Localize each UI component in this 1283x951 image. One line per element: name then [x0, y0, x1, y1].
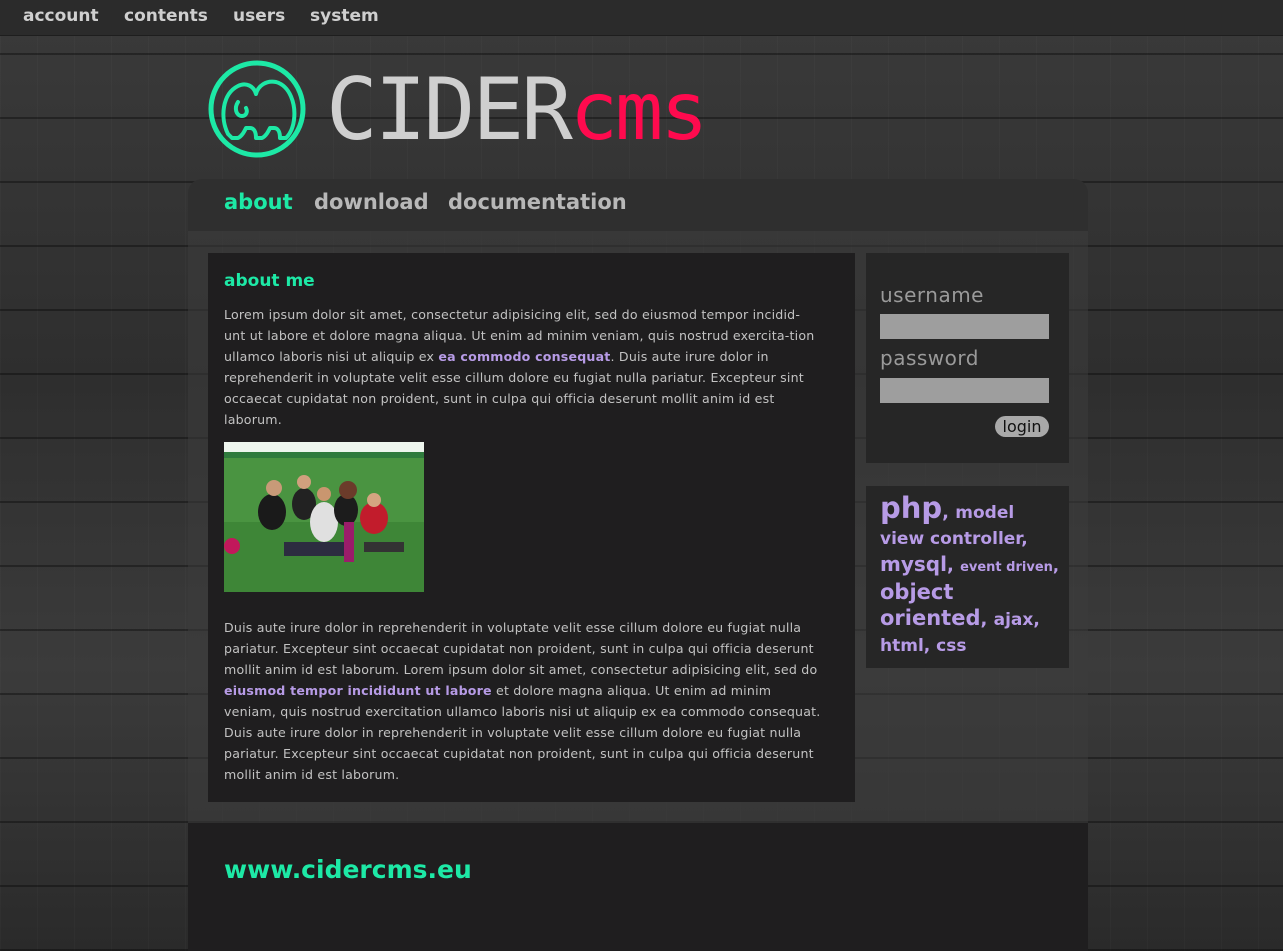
- topbar-item-account[interactable]: account: [23, 6, 99, 26]
- photo-illustration: [224, 442, 424, 592]
- tag-object-oriented[interactable]: object oriented: [880, 580, 981, 630]
- topbar-item-users[interactable]: users: [233, 6, 285, 26]
- content-area: about me Lorem ipsum dolor sit amet, con…: [208, 253, 855, 802]
- tag-ajax[interactable]: ajax: [994, 610, 1034, 630]
- login-button[interactable]: login: [995, 416, 1049, 437]
- footer: www.cidercms.eu: [188, 823, 1088, 951]
- topbar-item-contents[interactable]: contents: [124, 6, 208, 26]
- username-label: username: [880, 283, 984, 307]
- site-logo[interactable]: CIDERcms: [208, 58, 708, 162]
- intro-link[interactable]: ea commodo consequat: [438, 349, 610, 364]
- body-paragraph: Duis aute irure dolor in reprehenderit i…: [224, 617, 824, 785]
- login-box: username password login: [866, 253, 1069, 463]
- password-field[interactable]: [880, 378, 1049, 403]
- tab-about[interactable]: about: [224, 190, 293, 214]
- group-photo: [224, 442, 424, 592]
- tab-documentation[interactable]: documentation: [448, 190, 627, 214]
- topbar-item-system[interactable]: system: [310, 6, 379, 26]
- tab-download[interactable]: download: [314, 190, 429, 214]
- elephant-icon: [208, 60, 306, 158]
- body-text-1: Duis aute irure dolor in reprehenderit i…: [224, 620, 818, 677]
- tag-cloud-box: php, model view controller, mysql, event…: [866, 486, 1069, 668]
- username-field[interactable]: [880, 314, 1049, 339]
- page-title: about me: [224, 271, 315, 291]
- tag-css[interactable]: css: [936, 636, 966, 656]
- footer-url-link[interactable]: www.cidercms.eu: [224, 855, 472, 884]
- tag-html[interactable]: html: [880, 636, 924, 656]
- password-label: password: [880, 346, 979, 370]
- tag-event-driven[interactable]: event driven: [960, 560, 1053, 575]
- body-link[interactable]: eiusmod tempor incididunt ut labore: [224, 683, 492, 698]
- tag-php[interactable]: php: [880, 491, 942, 525]
- logo-text-accent: cms: [569, 65, 708, 158]
- logo-wordmark: CIDERcms: [326, 58, 708, 164]
- tag-cloud: php, model view controller, mysql, event…: [880, 491, 1059, 657]
- logo-text-main: CIDER: [326, 60, 573, 160]
- admin-topbar: account contents users system: [0, 0, 1283, 36]
- intro-paragraph: Lorem ipsum dolor sit amet, consectetur …: [224, 304, 819, 430]
- tag-mysql[interactable]: mysql: [880, 552, 947, 576]
